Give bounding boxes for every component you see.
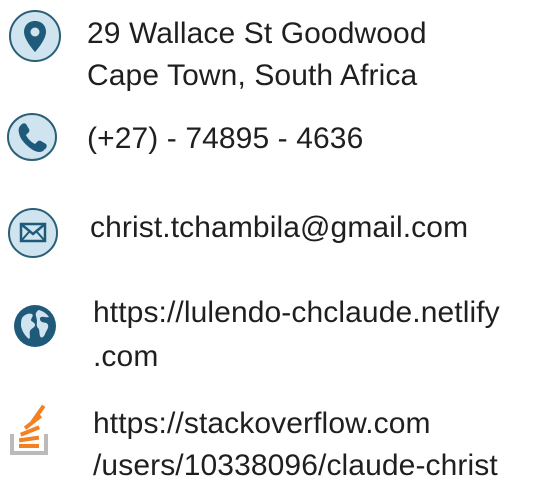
phone-icon: [7, 113, 57, 161]
phone-number: (+27) - 74895 - 4636: [87, 122, 364, 155]
contact-phone: (+27) - 74895 - 4636: [0, 100, 547, 190]
website-text: https://lulendo-chclaude.netlify .com: [93, 293, 500, 377]
phone-text: (+27) - 74895 - 4636: [87, 119, 363, 159]
stackoverflow-text: https://stackoverflow.com /users/1033809…: [93, 404, 498, 486]
website-url-line-1: https://lulendo-chclaude.netlify: [93, 296, 500, 329]
website-url-line-2: .com: [93, 340, 159, 373]
contact-website: https://lulendo-chclaude.netlify .com: [0, 280, 547, 380]
contact-stackoverflow: https://stackoverflow.com /users/1033809…: [0, 380, 547, 482]
address-line-2: Cape Town, South Africa: [87, 59, 418, 92]
email-address: christ.tchambila@gmail.com: [90, 211, 469, 244]
envelope-icon: [8, 208, 58, 258]
address-text: 29 Wallace St Goodwood Cape Town, South …: [87, 14, 427, 96]
email-text: christ.tchambila@gmail.com: [90, 208, 468, 248]
stackoverflow-url-line-2: /users/10338096/claude-christ: [93, 449, 498, 482]
location-pin-icon: [9, 10, 61, 62]
contact-address: 29 Wallace St Goodwood Cape Town, South …: [0, 0, 547, 100]
stackoverflow-url-line-1: https://stackoverflow.com: [93, 407, 431, 440]
address-line-1: 29 Wallace St Goodwood: [87, 17, 427, 50]
contact-email: christ.tchambila@gmail.com: [0, 190, 547, 280]
globe-icon: [14, 305, 56, 347]
stackoverflow-icon: [10, 404, 48, 455]
